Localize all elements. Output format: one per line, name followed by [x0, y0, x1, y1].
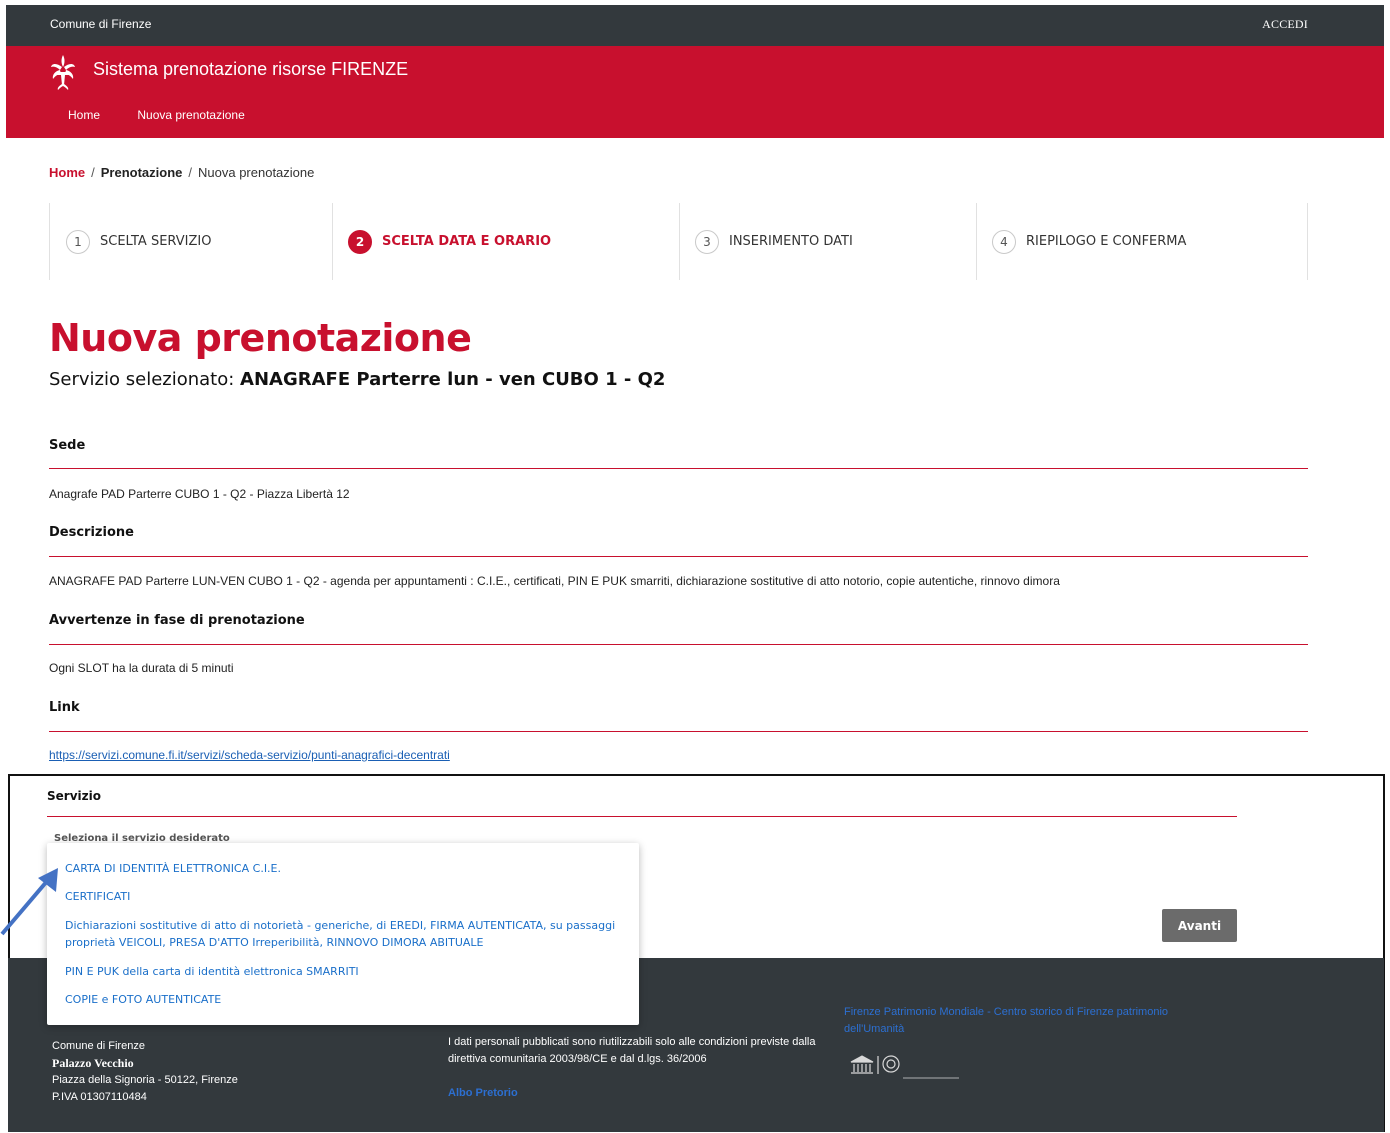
section-divider [49, 468, 1308, 469]
florence-lily-icon[interactable] [48, 53, 78, 91]
dropdown-option-certificati[interactable]: CERTIFICATI [65, 888, 625, 905]
step-label: INSERIMENTO DATI [729, 234, 853, 249]
step-number: 4 [992, 229, 1016, 254]
top-bar: Comune di Firenze ACCEDI [6, 5, 1384, 46]
breadcrumb: Home / Prenotazione / Nuova prenotazione [49, 165, 314, 180]
annotation-arrow-icon [0, 868, 58, 936]
dropdown-option-cie[interactable]: CARTA DI IDENTITÀ ELETTRONICA C.I.E. [65, 860, 625, 877]
step-divider [976, 203, 977, 280]
footer-vat: P.IVA 01307110484 [52, 1091, 147, 1103]
section-divider [47, 816, 1237, 817]
selected-service-prefix: Servizio selezionato: [49, 369, 241, 390]
link-title: Link [49, 700, 80, 715]
link-text-wrap: https://servizi.comune.fi.it/servizi/sch… [49, 748, 450, 762]
avvertenze-title: Avvertenze in fase di prenotazione [49, 613, 305, 628]
step-3: 3 INSERIMENTO DATI [695, 203, 853, 280]
footer-legal: I dati personali pubblicati sono riutili… [448, 1034, 838, 1102]
section-divider [49, 644, 1308, 645]
descrizione-text: ANAGRAFE PAD Parterre LUN-VEN CUBO 1 - Q… [49, 574, 1060, 588]
step-2-active: 2 SCELTA DATA E ORARIO [348, 203, 551, 280]
selected-service: Servizio selezionato: ANAGRAFE Parterre … [49, 369, 665, 390]
step-label: RIEPILOGO E CONFERMA [1026, 234, 1187, 249]
footer-privacy-text: I dati personali pubblicati sono riutili… [448, 1036, 816, 1065]
selected-service-value: ANAGRAFE Parterre lun - ven CUBO 1 - Q2 [240, 369, 666, 390]
breadcrumb-prenotazione[interactable]: Prenotazione [101, 165, 183, 180]
step-number: 1 [66, 229, 90, 254]
step-4: 4 RIEPILOGO E CONFERMA [992, 203, 1186, 280]
sede-text: Anagrafe PAD Parterre CUBO 1 - Q2 - Piaz… [49, 487, 350, 501]
descrizione-title: Descrizione [49, 525, 134, 540]
nav-home[interactable]: Home [68, 108, 100, 122]
main-nav: Home Nuova prenotazione [68, 108, 279, 122]
org-name[interactable]: Comune di Firenze [50, 17, 151, 31]
footer-org: Comune di Firenze [52, 1040, 145, 1052]
section-divider [49, 731, 1308, 732]
page-title: Nuova prenotazione [49, 316, 472, 360]
albo-pretorio-link[interactable]: Albo Pretorio [448, 1085, 838, 1102]
step-label: SCELTA DATA E ORARIO [382, 234, 552, 249]
unesco-link[interactable]: Firenze Patrimonio Mondiale - Centro sto… [844, 1004, 1214, 1038]
footer-building: Palazzo Vecchio [52, 1056, 134, 1070]
service-info-link[interactable]: https://servizi.comune.fi.it/servizi/sch… [49, 748, 450, 762]
step-number: 2 [348, 229, 372, 254]
breadcrumb-current: Nuova prenotazione [198, 165, 315, 180]
step-divider [1307, 203, 1308, 280]
footer-contacts: Comune di Firenze Palazzo Vecchio Piazza… [52, 1038, 238, 1106]
step-divider [332, 203, 333, 280]
dropdown-option-pin-puk[interactable]: PIN E PUK della carta di identità elettr… [65, 963, 625, 980]
step-divider [679, 203, 680, 280]
step-number: 3 [695, 229, 719, 254]
step-1: 1 SCELTA SERVIZIO [66, 203, 211, 280]
login-link[interactable]: ACCEDI [1262, 17, 1308, 32]
service-dropdown-list: CARTA DI IDENTITÀ ELETTRONICA C.I.E. CER… [47, 843, 639, 1025]
site-header: Sistema prenotazione risorse FIRENZE Hom… [6, 46, 1384, 138]
dropdown-option-copie[interactable]: COPIE e FOTO AUTENTICATE [65, 991, 625, 1008]
breadcrumb-home[interactable]: Home [49, 165, 85, 180]
avvertenze-text: Ogni SLOT ha la durata di 5 minuti [49, 661, 234, 675]
sede-title: Sede [49, 438, 86, 453]
section-divider [49, 556, 1308, 557]
step-divider [49, 203, 50, 280]
breadcrumb-separator: / [91, 165, 95, 180]
step-label: SCELTA SERVIZIO [100, 234, 212, 249]
nav-nuova-prenotazione[interactable]: Nuova prenotazione [137, 108, 244, 122]
booking-steps: 1 SCELTA SERVIZIO 2 SCELTA DATA E ORARIO… [49, 203, 1308, 280]
servizio-title: Servizio [47, 789, 101, 803]
breadcrumb-separator: / [188, 165, 192, 180]
footer-address: Piazza della Signoria - 50122, Firenze [52, 1074, 238, 1086]
site-title[interactable]: Sistema prenotazione risorse FIRENZE [93, 59, 408, 80]
unesco-logo-icon[interactable] [847, 1052, 967, 1082]
dropdown-option-dichiarazioni[interactable]: Dichiarazioni sostitutive di atto di not… [65, 917, 625, 951]
next-button[interactable]: Avanti [1162, 909, 1237, 942]
